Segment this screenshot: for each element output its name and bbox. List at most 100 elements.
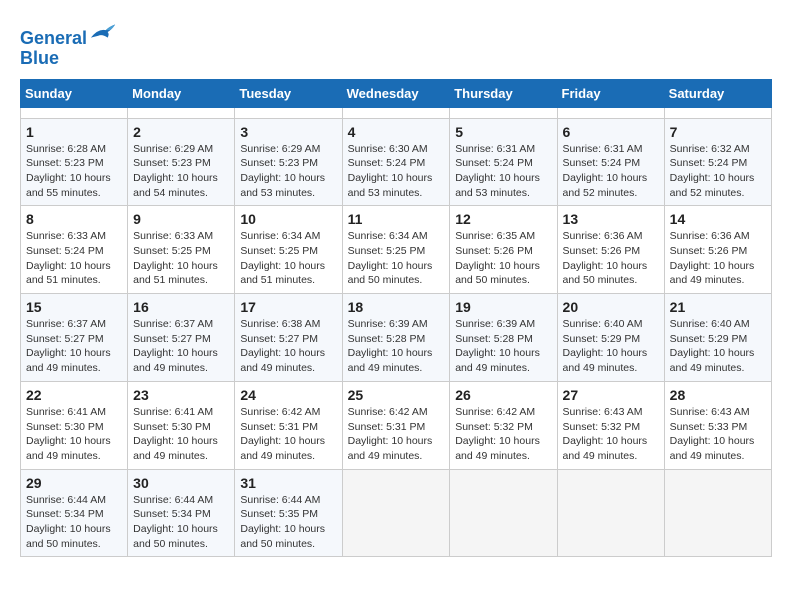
day-info: Sunrise: 6:37 AMSunset: 5:27 PMDaylight:… bbox=[133, 317, 229, 376]
day-info: Sunrise: 6:43 AMSunset: 5:32 PMDaylight:… bbox=[563, 405, 659, 464]
calendar-row-0 bbox=[21, 107, 772, 118]
day-number: 27 bbox=[563, 387, 659, 403]
day-info: Sunrise: 6:35 AMSunset: 5:26 PMDaylight:… bbox=[455, 229, 551, 288]
calendar-cell: 17Sunrise: 6:38 AMSunset: 5:27 PMDayligh… bbox=[235, 294, 342, 382]
calendar-row-1: 1 Sunrise: 6:28 AMSunset: 5:23 PMDaylight… bbox=[21, 118, 772, 206]
day-number: 6 bbox=[563, 124, 659, 140]
calendar-cell: 6Sunrise: 6:31 AMSunset: 5:24 PMDaylight… bbox=[557, 118, 664, 206]
day-number: 10 bbox=[240, 211, 336, 227]
calendar-cell bbox=[128, 107, 235, 118]
calendar-cell: 10 Sunrise: 6:34 AMSunset: 5:25 PMDayligh… bbox=[235, 206, 342, 294]
day-info: Sunrise: 6:41 AMSunset: 5:30 PMDaylight:… bbox=[133, 405, 229, 464]
header-sunday: Sunday bbox=[21, 79, 128, 107]
calendar-cell: 27 Sunrise: 6:43 AMSunset: 5:32 PMDayligh… bbox=[557, 381, 664, 469]
day-number: 19 bbox=[455, 299, 551, 315]
calendar-cell: 26 Sunrise: 6:42 AMSunset: 5:32 PMDayligh… bbox=[450, 381, 557, 469]
logo-text: General Blue bbox=[20, 20, 117, 69]
calendar-cell: 25 Sunrise: 6:42 AMSunset: 5:31 PMDayligh… bbox=[342, 381, 450, 469]
day-info: Sunrise: 6:42 AMSunset: 5:31 PMDaylight:… bbox=[348, 405, 445, 464]
calendar-cell bbox=[21, 107, 128, 118]
calendar-cell: 5Sunrise: 6:31 AMSunset: 5:24 PMDaylight… bbox=[450, 118, 557, 206]
day-number: 21 bbox=[670, 299, 766, 315]
calendar-cell: 1 Sunrise: 6:28 AMSunset: 5:23 PMDaylight… bbox=[21, 118, 128, 206]
day-number: 30 bbox=[133, 475, 229, 491]
calendar-header-row: SundayMondayTuesdayWednesdayThursdayFrid… bbox=[21, 79, 772, 107]
day-info: Sunrise: 6:43 AMSunset: 5:33 PMDaylight:… bbox=[670, 405, 766, 464]
calendar-row-4: 22Sunrise: 6:41 AMSunset: 5:30 PMDayligh… bbox=[21, 381, 772, 469]
day-number: 26 bbox=[455, 387, 551, 403]
day-info: Sunrise: 6:44 AMSunset: 5:34 PMDaylight:… bbox=[133, 493, 229, 552]
calendar-cell: 3 Sunrise: 6:29 AMSunset: 5:23 PMDaylight… bbox=[235, 118, 342, 206]
calendar-cell: 13Sunrise: 6:36 AMSunset: 5:26 PMDayligh… bbox=[557, 206, 664, 294]
calendar-row-5: 29Sunrise: 6:44 AMSunset: 5:34 PMDayligh… bbox=[21, 469, 772, 557]
day-info: Sunrise: 6:39 AMSunset: 5:28 PMDaylight:… bbox=[348, 317, 445, 376]
day-info: Sunrise: 6:28 AMSunset: 5:23 PMDaylight:… bbox=[26, 142, 122, 201]
day-number: 31 bbox=[240, 475, 336, 491]
day-info: Sunrise: 6:39 AMSunset: 5:28 PMDaylight:… bbox=[455, 317, 551, 376]
header-tuesday: Tuesday bbox=[235, 79, 342, 107]
calendar-cell bbox=[235, 107, 342, 118]
calendar-cell: 8 Sunrise: 6:33 AMSunset: 5:24 PMDaylight… bbox=[21, 206, 128, 294]
calendar-row-2: 8 Sunrise: 6:33 AMSunset: 5:24 PMDaylight… bbox=[21, 206, 772, 294]
day-number: 5 bbox=[455, 124, 551, 140]
calendar-cell bbox=[342, 469, 450, 557]
calendar-cell: 23 Sunrise: 6:41 AMSunset: 5:30 PMDayligh… bbox=[128, 381, 235, 469]
day-number: 8 bbox=[26, 211, 122, 227]
day-info: Sunrise: 6:42 AMSunset: 5:31 PMDaylight:… bbox=[240, 405, 336, 464]
calendar-table: SundayMondayTuesdayWednesdayThursdayFrid… bbox=[20, 79, 772, 558]
day-number: 9 bbox=[133, 211, 229, 227]
calendar-cell: 12 Sunrise: 6:35 AMSunset: 5:26 PMDayligh… bbox=[450, 206, 557, 294]
day-number: 13 bbox=[563, 211, 659, 227]
day-info: Sunrise: 6:34 AMSunset: 5:25 PMDaylight:… bbox=[240, 229, 336, 288]
day-number: 12 bbox=[455, 211, 551, 227]
day-info: Sunrise: 6:40 AMSunset: 5:29 PMDaylight:… bbox=[670, 317, 766, 376]
calendar-cell: 24 Sunrise: 6:42 AMSunset: 5:31 PMDayligh… bbox=[235, 381, 342, 469]
day-info: Sunrise: 6:42 AMSunset: 5:32 PMDaylight:… bbox=[455, 405, 551, 464]
day-number: 2 bbox=[133, 124, 229, 140]
calendar-cell: 20Sunrise: 6:40 AMSunset: 5:29 PMDayligh… bbox=[557, 294, 664, 382]
day-number: 23 bbox=[133, 387, 229, 403]
day-number: 17 bbox=[240, 299, 336, 315]
calendar-cell: 30 Sunrise: 6:44 AMSunset: 5:34 PMDayligh… bbox=[128, 469, 235, 557]
calendar-cell bbox=[557, 469, 664, 557]
calendar-cell: 15Sunrise: 6:37 AMSunset: 5:27 PMDayligh… bbox=[21, 294, 128, 382]
day-number: 24 bbox=[240, 387, 336, 403]
day-info: Sunrise: 6:30 AMSunset: 5:24 PMDaylight:… bbox=[348, 142, 445, 201]
day-info: Sunrise: 6:40 AMSunset: 5:29 PMDaylight:… bbox=[563, 317, 659, 376]
day-number: 3 bbox=[240, 124, 336, 140]
day-info: Sunrise: 6:29 AMSunset: 5:23 PMDaylight:… bbox=[240, 142, 336, 201]
day-info: Sunrise: 6:33 AMSunset: 5:25 PMDaylight:… bbox=[133, 229, 229, 288]
calendar-cell: 16Sunrise: 6:37 AMSunset: 5:27 PMDayligh… bbox=[128, 294, 235, 382]
calendar-cell: 29Sunrise: 6:44 AMSunset: 5:34 PMDayligh… bbox=[21, 469, 128, 557]
day-number: 15 bbox=[26, 299, 122, 315]
header-monday: Monday bbox=[128, 79, 235, 107]
calendar-cell bbox=[450, 107, 557, 118]
logo: General Blue bbox=[20, 20, 117, 69]
calendar-cell: 4Sunrise: 6:30 AMSunset: 5:24 PMDaylight… bbox=[342, 118, 450, 206]
calendar-cell bbox=[664, 469, 771, 557]
day-info: Sunrise: 6:44 AMSunset: 5:34 PMDaylight:… bbox=[26, 493, 122, 552]
calendar-row-3: 15 Sunrise: 6:37 AMSunset: 5:27 PMDayligh… bbox=[21, 294, 772, 382]
calendar-cell: 11Sunrise: 6:34 AMSunset: 5:25 PMDayligh… bbox=[342, 206, 450, 294]
calendar-cell: 21 Sunrise: 6:40 AMSunset: 5:29 PMDayligh… bbox=[664, 294, 771, 382]
day-number: 28 bbox=[670, 387, 766, 403]
calendar-cell: 14Sunrise: 6:36 AMSunset: 5:26 PMDayligh… bbox=[664, 206, 771, 294]
header-saturday: Saturday bbox=[664, 79, 771, 107]
calendar-cell bbox=[342, 107, 450, 118]
calendar-cell bbox=[664, 107, 771, 118]
header-wednesday: Wednesday bbox=[342, 79, 450, 107]
calendar-cell: 7Sunrise: 6:32 AMSunset: 5:24 PMDaylight… bbox=[664, 118, 771, 206]
calendar-cell bbox=[557, 107, 664, 118]
header-thursday: Thursday bbox=[450, 79, 557, 107]
day-info: Sunrise: 6:29 AMSunset: 5:23 PMDaylight:… bbox=[133, 142, 229, 201]
day-number: 18 bbox=[348, 299, 445, 315]
day-info: Sunrise: 6:34 AMSunset: 5:25 PMDaylight:… bbox=[348, 229, 445, 288]
day-info: Sunrise: 6:33 AMSunset: 5:24 PMDaylight:… bbox=[26, 229, 122, 288]
day-number: 1 bbox=[26, 124, 122, 140]
calendar-cell: 28 Sunrise: 6:43 AMSunset: 5:33 PMDayligh… bbox=[664, 381, 771, 469]
day-number: 25 bbox=[348, 387, 445, 403]
logo-bird-icon bbox=[89, 20, 117, 44]
day-info: Sunrise: 6:36 AMSunset: 5:26 PMDaylight:… bbox=[670, 229, 766, 288]
calendar-cell: 19 Sunrise: 6:39 AMSunset: 5:28 PMDayligh… bbox=[450, 294, 557, 382]
day-info: Sunrise: 6:32 AMSunset: 5:24 PMDaylight:… bbox=[670, 142, 766, 201]
